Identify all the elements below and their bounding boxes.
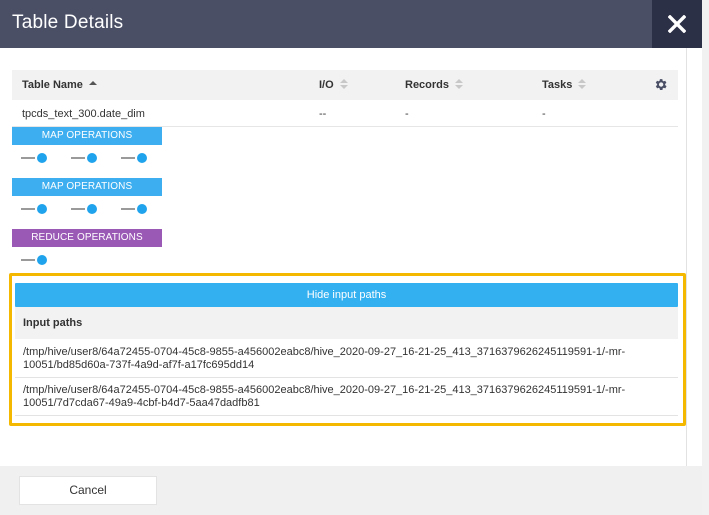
operation-node[interactable]: [21, 153, 51, 163]
map-operations-block: MAP OPERATIONS: [12, 178, 162, 220]
cell-table-name: tpcds_text_300.date_dim: [22, 108, 145, 120]
operation-nodes: [12, 145, 162, 169]
sort-icon[interactable]: [339, 79, 348, 91]
cell-records: -: [405, 108, 409, 120]
table-row[interactable]: tpcds_text_300.date_dim -- - -: [12, 100, 678, 127]
operation-nodes: [12, 196, 162, 220]
map-operations-header[interactable]: MAP OPERATIONS: [12, 127, 162, 145]
column-header-table-name[interactable]: Table Name: [22, 79, 97, 91]
column-header-label: Records: [405, 79, 450, 91]
reduce-operations-block: REDUCE OPERATIONS: [12, 229, 162, 271]
close-button[interactable]: [652, 0, 702, 48]
dialog-title: Table Details: [12, 12, 124, 33]
dialog-footer: Cancel: [0, 466, 702, 515]
input-path-row: /tmp/hive/user8/64a72455-0704-45c8-9855-…: [15, 378, 678, 416]
operation-node[interactable]: [21, 255, 51, 265]
operation-nodes: [12, 247, 162, 271]
operation-node[interactable]: [121, 153, 151, 163]
cancel-button[interactable]: Cancel: [19, 476, 157, 505]
column-header-label: Table Name: [22, 79, 83, 91]
dialog-header: Table Details: [0, 0, 709, 48]
column-header-tasks[interactable]: Tasks: [542, 79, 587, 91]
hide-input-paths-button[interactable]: Hide input paths: [15, 283, 678, 307]
operation-node[interactable]: [71, 204, 101, 214]
close-icon[interactable]: [668, 15, 686, 33]
map-operations-header[interactable]: MAP OPERATIONS: [12, 178, 162, 196]
column-header-label: I/O: [319, 79, 334, 91]
table-header: Table Name I/O Records Tasks: [12, 70, 678, 100]
window-edge: [702, 0, 709, 515]
operation-node[interactable]: [21, 204, 51, 214]
table-details-table: Table Name I/O Records Tasks tpcds_text_…: [12, 70, 678, 127]
scroll-track[interactable]: [686, 48, 687, 466]
column-header-label: Tasks: [542, 79, 573, 91]
input-path-row: /tmp/hive/user8/64a72455-0704-45c8-9855-…: [15, 339, 678, 378]
sort-icon[interactable]: [455, 79, 464, 91]
input-paths-highlight: Hide input paths Input paths /tmp/hive/u…: [9, 273, 686, 426]
column-header-io[interactable]: I/O: [319, 79, 348, 91]
gear-icon[interactable]: [653, 77, 668, 92]
column-header-records[interactable]: Records: [405, 79, 464, 91]
reduce-operations-header[interactable]: REDUCE OPERATIONS: [12, 229, 162, 247]
map-operations-block: MAP OPERATIONS: [12, 127, 162, 169]
sort-icon[interactable]: [578, 79, 587, 91]
input-paths-header: Input paths: [15, 307, 678, 339]
sort-ascending-icon[interactable]: [88, 79, 97, 91]
cell-io: --: [319, 108, 327, 120]
operation-node[interactable]: [121, 204, 151, 214]
operation-node[interactable]: [71, 153, 101, 163]
cell-tasks: -: [542, 108, 546, 120]
